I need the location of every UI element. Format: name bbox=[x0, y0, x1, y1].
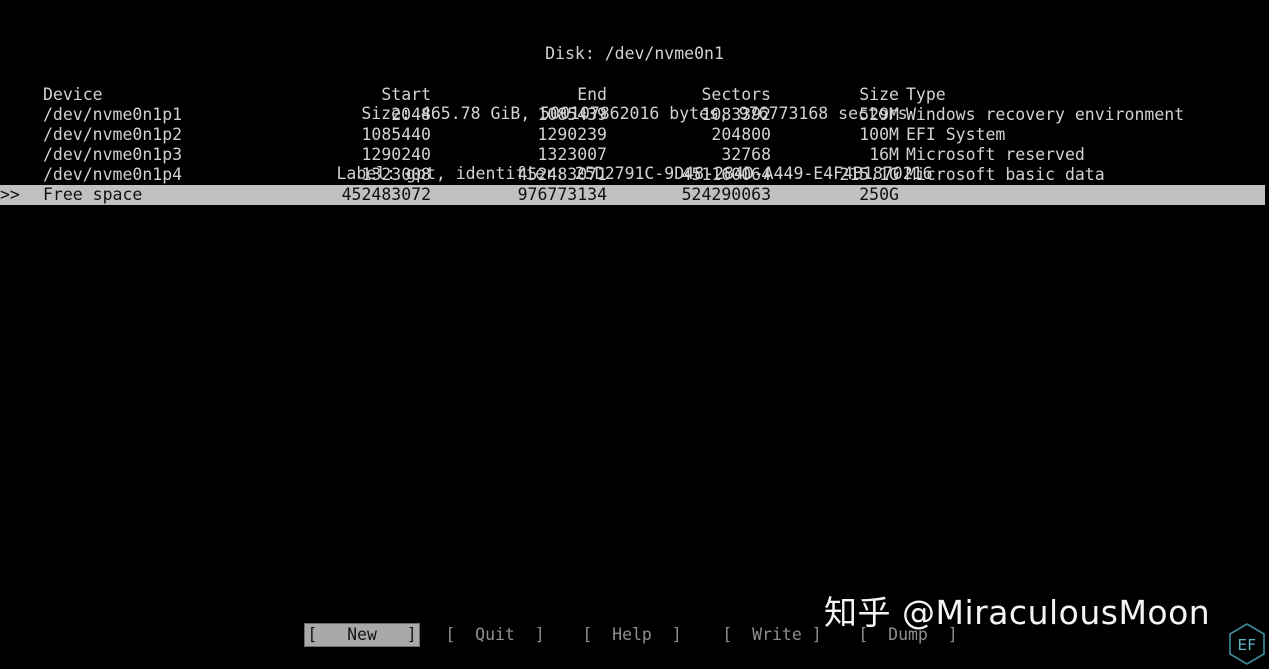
new-button[interactable]: [ New ] bbox=[305, 624, 419, 646]
row-size: 529M bbox=[859, 105, 899, 124]
row-end: 976773134 bbox=[517, 185, 607, 204]
table-row[interactable]: /dev/nvme0n1p4 1323008 452483071 4511600… bbox=[0, 165, 1269, 185]
help-button[interactable]: [ Help ] bbox=[577, 624, 687, 646]
zhihu-watermark-text: 知乎 @MiraculousMoon bbox=[824, 593, 1211, 632]
row-end: 1290239 bbox=[537, 125, 607, 144]
row-marker: >> bbox=[0, 185, 20, 204]
write-button[interactable]: [ Write ] bbox=[713, 624, 831, 646]
row-type bbox=[906, 185, 1266, 205]
row-sectors: 1083392 bbox=[701, 105, 771, 124]
table-header-row: Device Start End Sectors Size Type bbox=[0, 85, 1269, 105]
row-start: 1323008 bbox=[361, 165, 431, 184]
row-sectors: 451160064 bbox=[681, 165, 771, 184]
row-start: 1290240 bbox=[361, 145, 431, 164]
row-start: 1085440 bbox=[361, 125, 431, 144]
row-size: 250G bbox=[859, 185, 899, 204]
partition-table: Device Start End Sectors Size Type /dev/… bbox=[0, 85, 1269, 205]
row-start: 452483072 bbox=[341, 185, 431, 204]
column-header-start: Start bbox=[381, 85, 431, 104]
cfdisk-screen: Disk: /dev/nvme0n1 Size: 465.78 GiB, 500… bbox=[0, 0, 1269, 669]
row-type: Microsoft basic data bbox=[906, 165, 1105, 184]
row-size: 16M bbox=[869, 145, 899, 164]
row-start: 2048 bbox=[391, 105, 431, 124]
table-row[interactable]: /dev/nvme0n1p1 2048 1085439 1083392 529M… bbox=[0, 105, 1269, 125]
table-row[interactable]: /dev/nvme0n1p3 1290240 1323007 32768 16M… bbox=[0, 145, 1269, 165]
row-size: 100M bbox=[859, 125, 899, 144]
row-end: 1085439 bbox=[537, 105, 607, 124]
row-marker bbox=[0, 125, 36, 145]
row-marker bbox=[0, 105, 36, 125]
row-sectors: 32768 bbox=[721, 145, 771, 164]
table-row-selected[interactable]: >> Free space 452483072 976773134 524290… bbox=[0, 185, 1265, 205]
column-header-sectors: Sectors bbox=[701, 85, 771, 104]
row-type: Microsoft reserved bbox=[906, 145, 1085, 164]
row-type: Windows recovery environment bbox=[906, 105, 1185, 124]
row-end: 1323007 bbox=[537, 145, 607, 164]
row-end: 452483071 bbox=[517, 165, 607, 184]
column-header-type: Type bbox=[906, 85, 946, 104]
row-sectors: 204800 bbox=[711, 125, 771, 144]
quit-button[interactable]: [ Quit ] bbox=[440, 624, 550, 646]
svg-text:EF: EF bbox=[1237, 636, 1256, 654]
row-marker bbox=[0, 145, 36, 165]
disk-title-line: Disk: /dev/nvme0n1 bbox=[545, 44, 724, 63]
row-sectors: 524290063 bbox=[681, 185, 771, 204]
table-row[interactable]: /dev/nvme0n1p2 1085440 1290239 204800 10… bbox=[0, 125, 1269, 145]
column-header-size: Size bbox=[859, 85, 899, 104]
column-header-end: End bbox=[577, 85, 607, 104]
row-size: 215.1G bbox=[839, 165, 899, 184]
row-type: EFI System bbox=[906, 125, 1006, 144]
ef-hexagon-logo-icon: EF bbox=[1227, 622, 1267, 666]
row-marker bbox=[0, 165, 36, 185]
